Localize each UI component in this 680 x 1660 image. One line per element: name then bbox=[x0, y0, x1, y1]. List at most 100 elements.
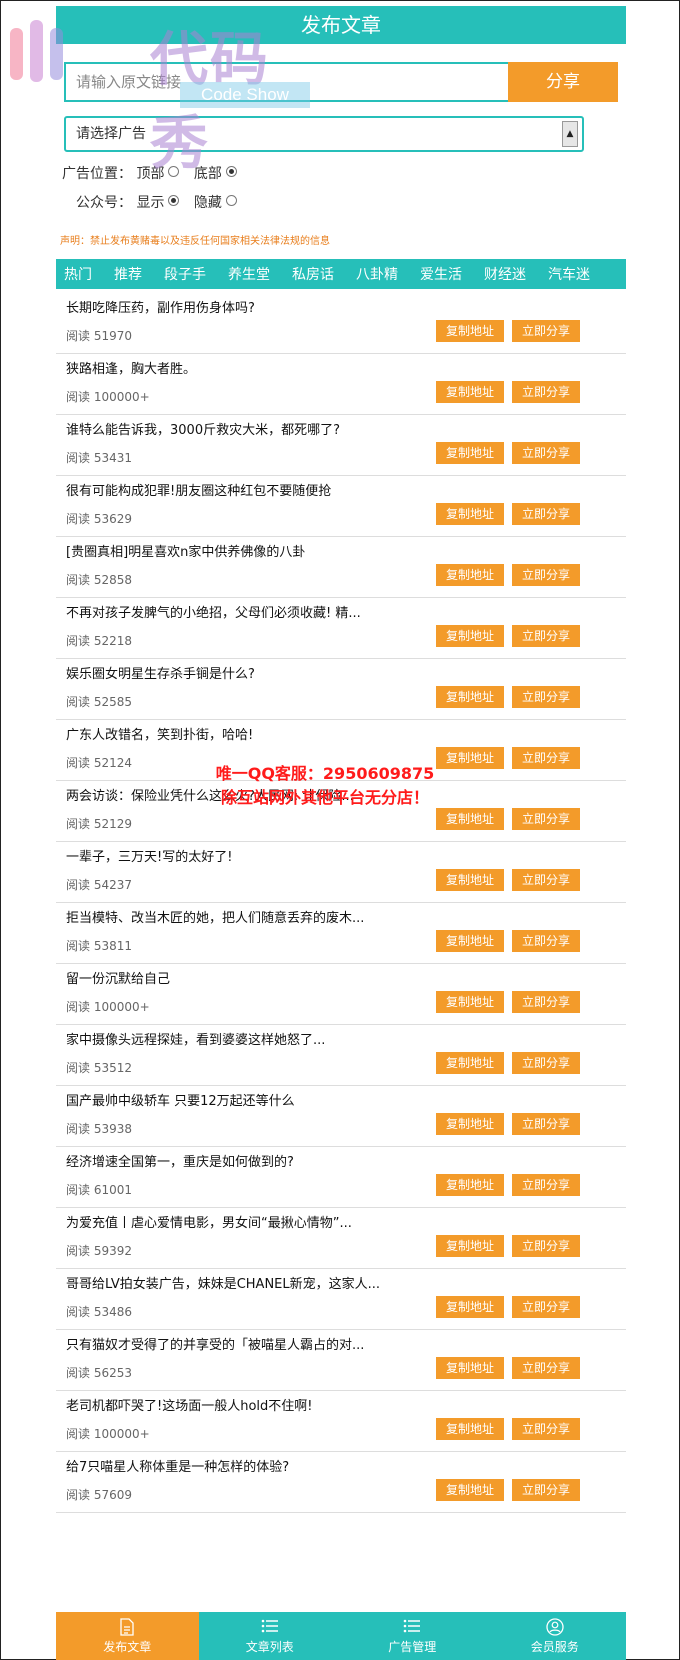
ad-position-top-radio[interactable] bbox=[168, 166, 180, 177]
copy-url-button[interactable]: 复制地址 bbox=[436, 991, 504, 1013]
list-item: 很有可能构成犯罪!朋友圈这种红包不要随便抢阅读 53629 复制地址 立即分享 bbox=[56, 476, 626, 537]
list-item: 老司机都吓哭了!这场面一般人hold不住啊! 阅读 100000+ 复制地址 立即分享 bbox=[56, 1391, 626, 1452]
nav-item[interactable]: 广告管理 bbox=[341, 1612, 484, 1660]
article-title[interactable]: 长期吃降压药，副作用伤身体吗? bbox=[66, 297, 255, 316]
share-now-button[interactable]: 立即分享 bbox=[512, 1052, 580, 1074]
article-title[interactable]: 谁特么能告诉我，3000斤救灾大米，都死哪了? bbox=[66, 419, 340, 438]
list-item: 一辈子，三万天!写的太好了! 阅读 54237 复制地址 立即分享 bbox=[56, 842, 626, 903]
article-reads: 阅读 52858 bbox=[66, 573, 132, 587]
page-title: 发布文章 bbox=[56, 6, 626, 44]
ad-position-bottom-radio[interactable] bbox=[225, 166, 237, 177]
tab-item[interactable]: 私房话 bbox=[284, 264, 334, 284]
share-now-button[interactable]: 立即分享 bbox=[512, 1418, 580, 1440]
app: 发布文章 分享 请选择广告 ▲ 广告位置： 顶部 底部 公众号： 显示 隐藏 声… bbox=[56, 6, 626, 1513]
article-title[interactable]: 很有可能构成犯罪!朋友圈这种红包不要随便抢 bbox=[66, 480, 331, 499]
article-title[interactable]: 拒当模特、改当木匠的她，把人们随意丢弃的废木... bbox=[66, 907, 364, 926]
disclaimer-notice: 声明：禁止发布黄赌毒以及违反任何国家相关法律法规的信息 bbox=[60, 236, 330, 247]
copy-url-button[interactable]: 复制地址 bbox=[436, 930, 504, 952]
copy-url-button[interactable]: 复制地址 bbox=[436, 869, 504, 891]
share-now-button[interactable]: 立即分享 bbox=[512, 1235, 580, 1257]
article-title[interactable]: 国产最帅中级轿车 只要12万起还等什么 bbox=[66, 1090, 295, 1109]
article-title[interactable]: 家中摄像头远程探娃，看到婆婆这样她怒了... bbox=[66, 1029, 325, 1048]
article-title[interactable]: 给7只喵星人称体重是一种怎样的体验? bbox=[66, 1456, 289, 1475]
article-reads: 阅读 53629 bbox=[66, 512, 132, 526]
nav-item[interactable]: 会员服务 bbox=[484, 1612, 627, 1660]
tab-item[interactable]: 段子手 bbox=[156, 264, 206, 284]
article-title[interactable]: 不再对孩子发脾气的小绝招，父母们必须收藏! 精... bbox=[66, 602, 361, 621]
account-show-radio[interactable] bbox=[168, 195, 180, 206]
article-reads: 阅读 59392 bbox=[66, 1244, 132, 1258]
list-item: 国产最帅中级轿车 只要12万起还等什么 阅读 53938 复制地址 立即分享 bbox=[56, 1086, 626, 1147]
list-item: 长期吃降压药，副作用伤身体吗? 阅读 51970 复制地址 立即分享 bbox=[56, 293, 626, 354]
share-now-button[interactable]: 立即分享 bbox=[512, 869, 580, 891]
nav-item[interactable]: 文章列表 bbox=[199, 1612, 342, 1660]
copy-url-button[interactable]: 复制地址 bbox=[436, 1113, 504, 1135]
account-hide-radio[interactable] bbox=[225, 195, 237, 206]
share-now-button[interactable]: 立即分享 bbox=[512, 1113, 580, 1135]
copy-url-button[interactable]: 复制地址 bbox=[436, 442, 504, 464]
ad-select[interactable]: 请选择广告 ▲ bbox=[64, 116, 584, 152]
tab-item[interactable]: 八卦精 bbox=[348, 264, 398, 284]
copy-url-button[interactable]: 复制地址 bbox=[436, 1479, 504, 1501]
copy-url-button[interactable]: 复制地址 bbox=[436, 1174, 504, 1196]
copy-url-button[interactable]: 复制地址 bbox=[436, 381, 504, 403]
copy-url-button[interactable]: 复制地址 bbox=[436, 1235, 504, 1257]
copy-url-button[interactable]: 复制地址 bbox=[436, 503, 504, 525]
article-title[interactable]: 老司机都吓哭了!这场面一般人hold不住啊! bbox=[66, 1395, 312, 1414]
list-item: 拒当模特、改当木匠的她，把人们随意丢弃的废木... 阅读 53811 复制地址 立即分… bbox=[56, 903, 626, 964]
tab-item[interactable]: 汽车迷 bbox=[540, 264, 590, 284]
url-input[interactable] bbox=[66, 64, 486, 100]
nav-item[interactable]: 发布文章 bbox=[56, 1612, 199, 1660]
share-now-button[interactable]: 立即分享 bbox=[512, 991, 580, 1013]
article-list: 长期吃降压药，副作用伤身体吗? 阅读 51970 复制地址 立即分享 狭路相逢，胸大者胜… bbox=[56, 293, 626, 1513]
share-now-button[interactable]: 立即分享 bbox=[512, 381, 580, 403]
copy-url-button[interactable]: 复制地址 bbox=[436, 564, 504, 586]
tab-item[interactable]: 热门 bbox=[56, 264, 92, 284]
list-item: 不再对孩子发脾气的小绝招，父母们必须收藏! 精... 阅读 52218 复制地址 立即… bbox=[56, 598, 626, 659]
share-now-button[interactable]: 立即分享 bbox=[512, 320, 580, 342]
overlay-line1: 唯一QQ客服：2950609875 bbox=[215, 764, 435, 783]
article-title[interactable]: 留一份沉默给自己 bbox=[66, 968, 170, 987]
share-now-button[interactable]: 立即分享 bbox=[512, 503, 580, 525]
copy-url-button[interactable]: 复制地址 bbox=[436, 1052, 504, 1074]
copy-url-button[interactable]: 复制地址 bbox=[436, 808, 504, 830]
copy-url-button[interactable]: 复制地址 bbox=[436, 1296, 504, 1318]
article-title[interactable]: 娱乐圈女明星生存杀手锏是什么? bbox=[66, 663, 255, 682]
article-title[interactable]: 为爱充值丨虐心爱情电影，男女间“最揪心情物”... bbox=[66, 1212, 352, 1231]
share-now-button[interactable]: 立即分享 bbox=[512, 1296, 580, 1318]
tab-item[interactable]: 财经迷 bbox=[476, 264, 526, 284]
chevron-down-icon[interactable]: ▲ bbox=[562, 121, 578, 147]
copy-url-button[interactable]: 复制地址 bbox=[436, 1418, 504, 1440]
share-now-button[interactable]: 立即分享 bbox=[512, 808, 580, 830]
article-reads: 阅读 52124 bbox=[66, 756, 132, 770]
tab-item[interactable]: 养生堂 bbox=[220, 264, 270, 284]
copy-url-button[interactable]: 复制地址 bbox=[436, 625, 504, 647]
tab-item[interactable]: 推荐 bbox=[106, 264, 142, 284]
tab-item[interactable]: 爱生活 bbox=[412, 264, 462, 284]
copy-url-button[interactable]: 复制地址 bbox=[436, 686, 504, 708]
article-title[interactable]: [贵圈真相]明星喜欢n家中供养佛像的八卦 bbox=[66, 541, 305, 560]
share-button[interactable]: 分享 bbox=[508, 62, 618, 102]
share-now-button[interactable]: 立即分享 bbox=[512, 625, 580, 647]
account-row: 公众号： 显示 隐藏 bbox=[76, 192, 247, 212]
article-title[interactable]: 经济增速全国第一，重庆是如何做到的? bbox=[66, 1151, 294, 1170]
copy-url-button[interactable]: 复制地址 bbox=[436, 320, 504, 342]
share-now-button[interactable]: 立即分享 bbox=[512, 1174, 580, 1196]
copy-url-button[interactable]: 复制地址 bbox=[436, 1357, 504, 1379]
share-now-button[interactable]: 立即分享 bbox=[512, 747, 580, 769]
article-title[interactable]: 一辈子，三万天!写的太好了! bbox=[66, 846, 232, 865]
article-title[interactable]: 狭路相逢，胸大者胜。 bbox=[66, 358, 196, 377]
share-now-button[interactable]: 立即分享 bbox=[512, 686, 580, 708]
ad-select-value: 请选择广告 bbox=[76, 126, 146, 142]
list-icon bbox=[199, 1618, 342, 1636]
article-title[interactable]: 只有猫奴才受得了的并享受的「被喵星人霸占的对... bbox=[66, 1334, 364, 1353]
share-now-button[interactable]: 立即分享 bbox=[512, 930, 580, 952]
share-now-button[interactable]: 立即分享 bbox=[512, 1479, 580, 1501]
list-item: 狭路相逢，胸大者胜。 阅读 100000+ 复制地址 立即分享 bbox=[56, 354, 626, 415]
share-now-button[interactable]: 立即分享 bbox=[512, 442, 580, 464]
share-now-button[interactable]: 立即分享 bbox=[512, 1357, 580, 1379]
article-title[interactable]: 广东人改错名，笑到扑街，哈哈! bbox=[66, 724, 253, 743]
ad-position-label: 广告位置： bbox=[62, 166, 132, 182]
article-title[interactable]: 哥哥给LV拍女装广告，妹妹是CHANEL新宠，这家人... bbox=[66, 1273, 380, 1292]
share-now-button[interactable]: 立即分享 bbox=[512, 564, 580, 586]
